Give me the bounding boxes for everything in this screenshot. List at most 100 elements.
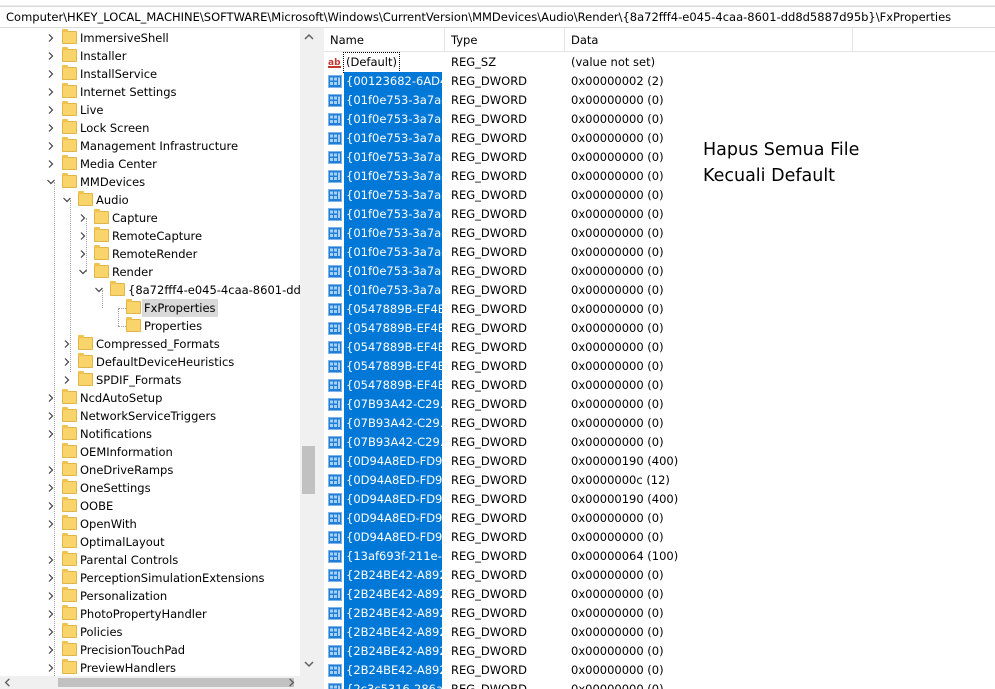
tree-node[interactable]: Compressed_Formats (0, 335, 300, 353)
column-header-name[interactable]: Name (324, 28, 445, 52)
tree-node[interactable]: Render (0, 263, 300, 281)
tree-node[interactable]: MMDevices (0, 173, 300, 191)
tree-vertical-scrollbar[interactable] (300, 28, 318, 676)
value-row[interactable]: {2B24BE42-A892... REG_DWORD 0x00000000 (0) (324, 604, 853, 623)
tree-node[interactable]: Parental Controls (0, 551, 300, 569)
folder-icon (62, 407, 77, 422)
value-row[interactable]: {01f0e753-3a7a-... REG_DWORD 0x00000000 (0… (324, 205, 853, 224)
tree-node[interactable]: Capture (0, 209, 300, 227)
scroll-down-arrow-icon[interactable] (303, 658, 315, 670)
tree-node[interactable]: OneSettings (0, 479, 300, 497)
registry-values-list[interactable]: Name Type Data ab (Default) REG_SZ (value n… (324, 28, 995, 689)
tree-node[interactable]: SPDIF_Formats (0, 371, 300, 389)
value-data: 0x00000000 (0) (571, 359, 664, 373)
value-row[interactable]: {0D94A8ED-FD9... REG_DWORD 0x00000190 (400… (324, 490, 853, 509)
value-row[interactable]: {0547889B-EF4E-... REG_DWORD 0x00000000 (0… (324, 357, 853, 376)
tree-node[interactable]: Installer (0, 47, 300, 65)
tree-node[interactable]: NetworkServiceTriggers (0, 407, 300, 425)
tree-horizontal-scroll-thumb[interactable] (58, 678, 294, 687)
folder-icon (62, 101, 77, 116)
tree-node-label: SPDIF_Formats (96, 373, 182, 387)
tree-node[interactable]: Media Center (0, 155, 300, 173)
tree-node[interactable]: PreviewHandlers (0, 659, 300, 676)
tree-node[interactable]: ImmersiveShell (0, 29, 300, 47)
value-row[interactable]: {07B93A42-C29... REG_DWORD 0x00000000 (0) (324, 395, 853, 414)
value-row[interactable]: {07B93A42-C29... REG_DWORD 0x00000000 (0) (324, 414, 853, 433)
column-header-data[interactable]: Data (565, 28, 853, 52)
value-row[interactable]: {01f0e753-3a7a-... REG_DWORD 0x00000000 (0… (324, 91, 853, 110)
value-row[interactable]: {00123682-6AD4... REG_DWORD 0x00000002 (2) (324, 72, 853, 91)
value-row[interactable]: {0547889B-EF4E-... REG_DWORD 0x00000000 (0… (324, 376, 853, 395)
tree-node[interactable]: NcdAutoSetup (0, 389, 300, 407)
address-bar[interactable]: Computer\HKEY_LOCAL_MACHINE\SOFTWARE\Mic… (0, 6, 995, 28)
tree-node[interactable]: RemoteCapture (0, 227, 300, 245)
chevron-right-icon[interactable] (46, 155, 56, 173)
tree-node[interactable]: RemoteRender (0, 245, 300, 263)
tree-node[interactable]: InstallService (0, 65, 300, 83)
scroll-up-arrow-icon[interactable] (303, 31, 315, 43)
tree-node[interactable]: Internet Settings (0, 83, 300, 101)
value-row[interactable]: {07B93A42-C29... REG_DWORD 0x00000000 (0) (324, 433, 853, 452)
value-row[interactable]: {0547889B-EF4E-... REG_DWORD 0x00000000 (0… (324, 300, 853, 319)
value-row[interactable]: {01f0e753-3a7a-... REG_DWORD 0x00000000 (0… (324, 262, 853, 281)
tree-node[interactable]: Live (0, 101, 300, 119)
column-header-type[interactable]: Type (445, 28, 565, 52)
scroll-left-arrow-icon[interactable] (2, 677, 13, 688)
dword-value-icon (328, 208, 342, 221)
tree-node[interactable]: Policies (0, 623, 300, 641)
tree-node-label: Live (80, 103, 104, 117)
tree-node[interactable]: FxProperties (0, 299, 300, 317)
value-row[interactable]: {2B24BE42-A892... REG_DWORD 0x00000000 (0) (324, 566, 853, 585)
tree-node[interactable]: PrecisionTouchPad (0, 641, 300, 659)
value-row[interactable]: {0547889B-EF4E-... REG_DWORD 0x00000000 (0… (324, 338, 853, 357)
registry-key-tree[interactable]: ImmersiveShell Installer InstallService Int… (0, 28, 318, 676)
chevron-right-icon[interactable] (46, 137, 56, 155)
value-data: 0x00000000 (0) (571, 606, 664, 620)
tree-node[interactable]: OEMInformation (0, 443, 300, 461)
value-row[interactable]: {2B24BE42-A892... REG_DWORD 0x00000000 (0) (324, 623, 853, 642)
value-row[interactable]: {0547889B-EF4E-... REG_DWORD 0x00000000 (0… (324, 319, 853, 338)
chevron-right-icon[interactable] (46, 101, 56, 119)
tree-node[interactable]: Notifications (0, 425, 300, 443)
tree-vertical-scroll-thumb[interactable] (302, 446, 315, 494)
value-row[interactable]: {2B24BE42-A892... REG_DWORD 0x00000000 (0) (324, 642, 853, 661)
tree-node[interactable]: Properties (0, 317, 300, 335)
tree-node[interactable]: Management Infrastructure (0, 137, 300, 155)
value-row[interactable]: {2c3c5316-286a-... REG_DWORD 0x00000000 (0… (324, 680, 853, 689)
chevron-right-icon[interactable] (46, 29, 56, 47)
value-row[interactable]: {0D94A8ED-FD9... REG_DWORD 0x0000000c (12) (324, 471, 853, 490)
tree-node[interactable]: Audio (0, 191, 300, 209)
chevron-right-icon[interactable] (46, 119, 56, 137)
tree-node[interactable]: Personalization (0, 587, 300, 605)
tree-node[interactable]: DefaultDeviceHeuristics (0, 353, 300, 371)
tree-node[interactable]: OOBE (0, 497, 300, 515)
tree-node[interactable]: PerceptionSimulationExtensions (0, 569, 300, 587)
tree-node[interactable]: OptimalLayout (0, 533, 300, 551)
dword-value-icon (328, 151, 342, 164)
value-type: REG_DWORD (451, 644, 528, 658)
tree-horizontal-scrollbar[interactable] (0, 676, 318, 689)
chevron-right-icon[interactable] (62, 371, 72, 389)
chevron-right-icon[interactable] (46, 83, 56, 101)
value-row[interactable]: ab (Default) REG_SZ (value not set) (324, 52, 853, 73)
tree-node[interactable]: OneDriveRamps (0, 461, 300, 479)
value-row[interactable]: {13af693f-211e-... REG_DWORD 0x00000064 (1… (324, 547, 853, 566)
value-row[interactable]: {01f0e753-3a7a-... REG_DWORD 0x00000000 (0… (324, 110, 853, 129)
value-row[interactable]: {0D94A8ED-FD9... REG_DWORD 0x00000190 (400… (324, 452, 853, 471)
tree-node[interactable]: PhotoPropertyHandler (0, 605, 300, 623)
tree-node[interactable]: OpenWith (0, 515, 300, 533)
value-row[interactable]: {01f0e753-3a7a-... REG_DWORD 0x00000000 (0… (324, 224, 853, 243)
value-row[interactable]: {2B24BE42-A892... REG_DWORD 0x00000000 (0) (324, 585, 853, 604)
value-row[interactable]: {2B24BE42-A892... REG_DWORD 0x00000000 (0) (324, 661, 853, 680)
tree-node[interactable]: Lock Screen (0, 119, 300, 137)
chevron-right-icon[interactable] (46, 47, 56, 65)
value-row[interactable]: {01f0e753-3a7a-... REG_DWORD 0x00000000 (0… (324, 243, 853, 262)
value-name: {2c3c5316-286a-... (344, 680, 442, 689)
scroll-right-arrow-icon[interactable] (286, 677, 297, 688)
tree-node[interactable]: {8a72fff4-e045-4caa-8601-dd8d5 (0, 281, 318, 299)
value-row[interactable]: {0D94A8ED-FD9... REG_DWORD 0x00000000 (0) (324, 509, 853, 528)
value-row[interactable]: {0D94A8ED-FD9... REG_DWORD 0x00000000 (0) (324, 528, 853, 547)
value-row[interactable]: {01f0e753-3a7a-... REG_DWORD 0x00000000 (0… (324, 281, 853, 300)
chevron-right-icon[interactable] (46, 65, 56, 83)
string-value-icon: ab (328, 56, 342, 69)
